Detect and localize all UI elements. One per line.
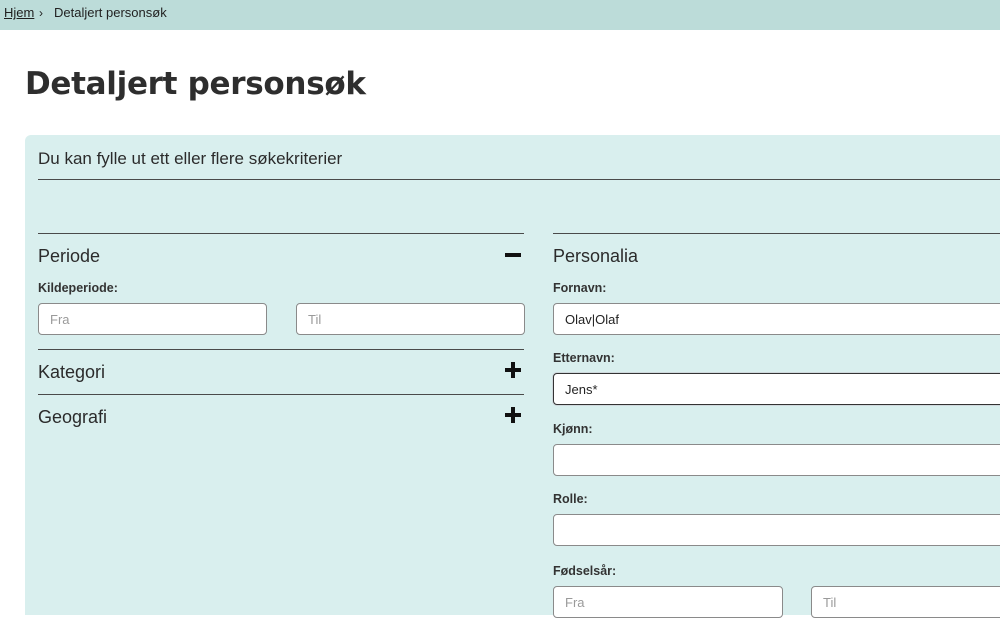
minus-icon[interactable] [505, 247, 521, 263]
geografi-divider [38, 394, 524, 395]
plus-icon[interactable] [505, 362, 521, 378]
chevron-right-icon: › [39, 6, 43, 20]
personalia-divider [553, 233, 1000, 234]
kildeperiode-til-input[interactable] [296, 303, 525, 335]
fornavn-label: Fornavn: [553, 281, 607, 295]
etternavn-input[interactable] [553, 373, 1000, 405]
fodselsar-label: Fødselsår: [553, 564, 617, 578]
section-title-periode: Periode [38, 246, 101, 266]
section-title-kategori[interactable]: Kategori [38, 362, 105, 383]
section-title-geografi[interactable]: Geografi [38, 407, 107, 428]
rolle-input[interactable] [553, 514, 1000, 546]
rolle-label: Rolle: [553, 492, 588, 506]
kildeperiode-fra-input[interactable] [38, 303, 267, 335]
intro-divider [38, 179, 1000, 180]
plus-icon[interactable] [505, 407, 521, 423]
etternavn-label: Etternavn: [553, 351, 615, 365]
fodselsar-fra-input[interactable] [553, 586, 783, 618]
kjonn-input[interactable] [553, 444, 1000, 476]
periode-divider [38, 233, 524, 234]
search-form-panel: Du kan fylle ut ett eller flere søkekrit… [25, 135, 1000, 618]
kildeperiode-label: Kildeperiode: [38, 281, 118, 295]
form-intro-text: Du kan fylle ut ett eller flere søkekrit… [38, 149, 343, 168]
kategori-divider [38, 349, 524, 350]
breadcrumb-home-link[interactable]: Hjem [4, 0, 34, 26]
fornavn-input[interactable] [553, 303, 1000, 335]
breadcrumb-current: Detaljert personsøk [54, 5, 167, 20]
page-title: Detaljert personsøk [25, 66, 366, 102]
fodselsar-til-input[interactable] [811, 586, 1000, 618]
section-title-personalia: Personalia [553, 246, 639, 266]
breadcrumb: Hjem › Detaljert personsøk [0, 0, 1000, 30]
kjonn-label: Kjønn: [553, 422, 593, 436]
